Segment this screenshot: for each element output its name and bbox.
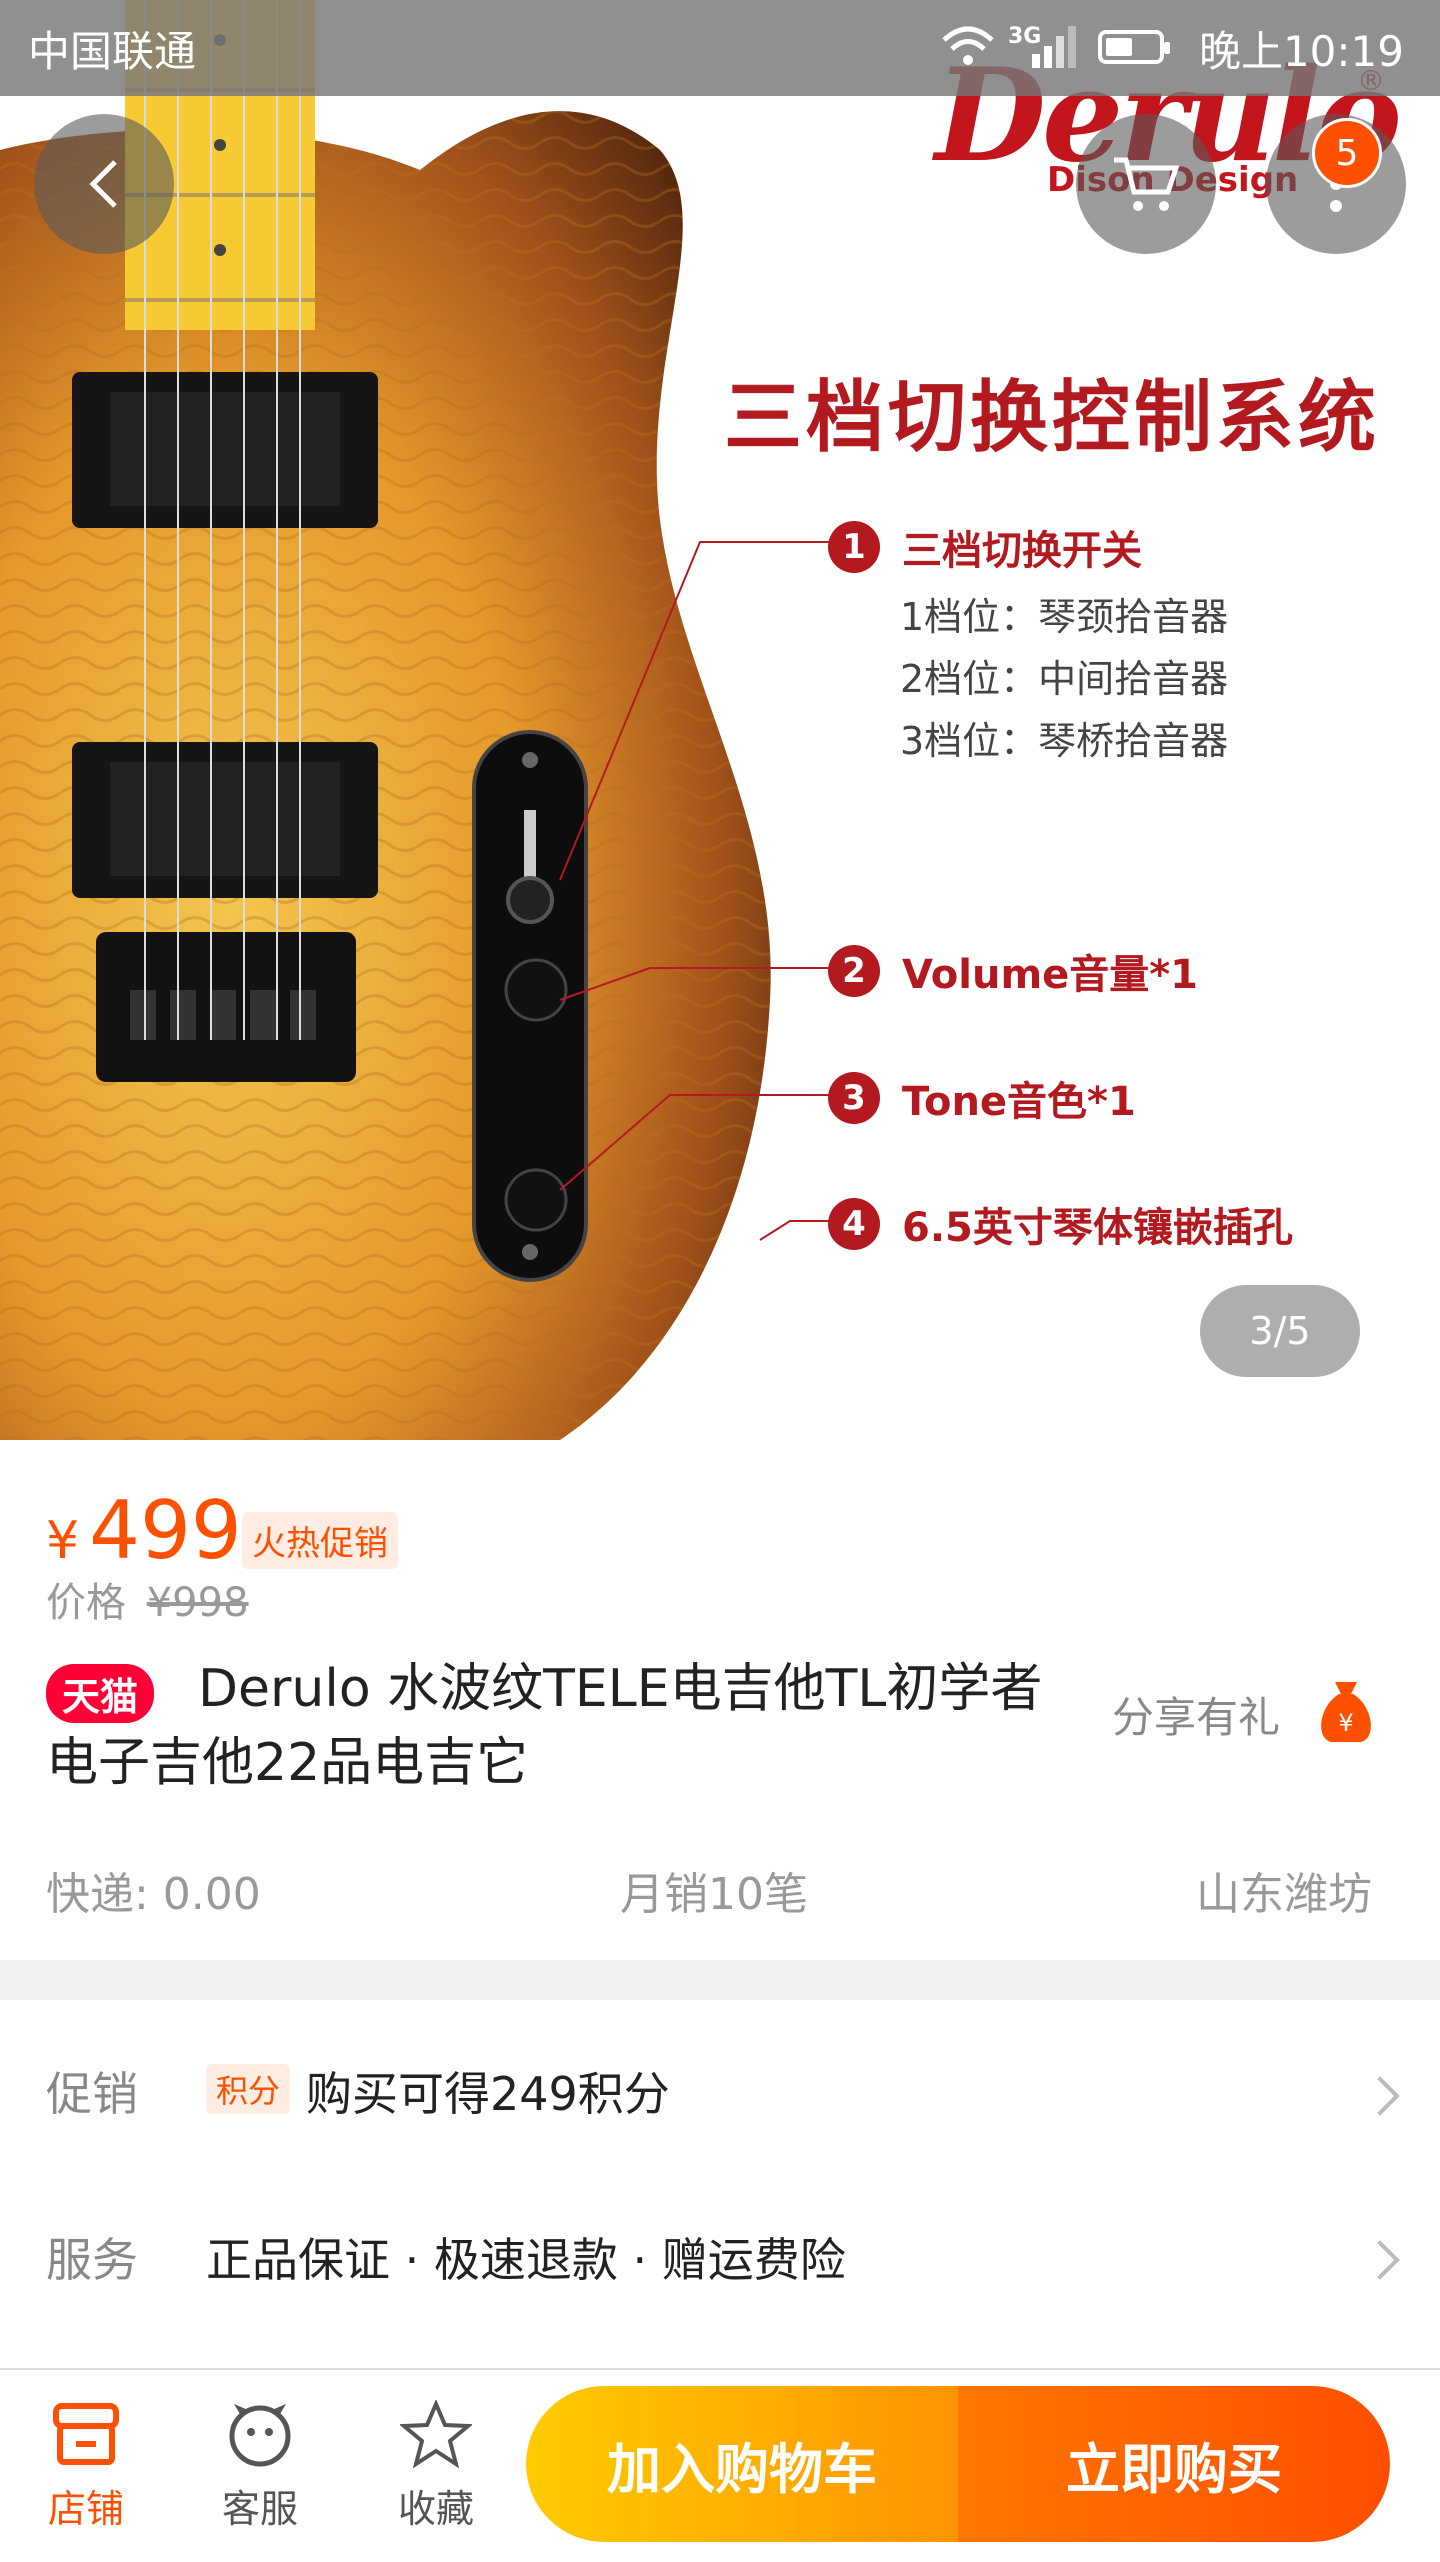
chevron-right-icon — [1360, 2240, 1400, 2280]
promotion-text: 购买可得249积分 — [306, 2067, 670, 2121]
bottom-action-bar: 店铺 客服 收藏 加入购物车 立即购买 — [0, 2368, 1440, 2562]
image-page-indicator: 3/5 — [1200, 1285, 1360, 1377]
feature-3: 3 Tone音色*1 — [828, 1069, 1136, 1127]
back-button[interactable] — [34, 114, 174, 254]
clock: 晚上10:19 — [1198, 27, 1404, 76]
feature-text: Tone音色*1 — [902, 1079, 1136, 1125]
promotion-label: 促销 — [46, 2067, 138, 2121]
feature-4: 4 6.5英寸琴体镶嵌插孔 — [828, 1195, 1293, 1253]
customer-service-label: 客服 — [221, 2487, 298, 2531]
switch-position-1: 1档位：琴颈拾音器 — [900, 595, 1229, 639]
shipping-fee: 快递: 0.00 — [46, 1869, 261, 1920]
back-arrow-icon — [89, 160, 117, 208]
feature-1: 1 三档切换开关 — [828, 518, 1142, 576]
money-bag-icon[interactable]: ¥ — [1315, 1676, 1377, 1746]
feature-text: 三档切换开关 — [902, 528, 1142, 574]
original-price-label: 价格 — [46, 1580, 126, 1626]
monthly-sales: 月销10笔 — [620, 1869, 808, 1920]
favorite-label: 收藏 — [397, 2487, 474, 2531]
product-title: Derulo 水波纹TELE电吉他TL初学者电子吉他22品电吉它 — [46, 1659, 1043, 1793]
feature-text: Volume音量*1 — [902, 952, 1198, 998]
promo-service-section: 促销 积分 购买可得249积分 服务 正品保证 · 极速退款 · 赠运费险 — [0, 2000, 1440, 2370]
buy-now-button[interactable]: 立即购买 — [958, 2386, 1390, 2542]
service-text: 正品保证 · 极速退款 · 赠运费险 — [206, 2233, 846, 2287]
price-value: 499 — [89, 1484, 242, 1577]
signal-icon — [1032, 26, 1076, 68]
points-tag: 积分 — [206, 2064, 291, 2114]
feature-number: 4 — [828, 1198, 880, 1250]
switch-position-2: 2档位：中间拾音器 — [900, 657, 1229, 701]
original-price-value: ¥998 — [146, 1580, 249, 1626]
original-price: 价格 ¥998 — [46, 1570, 249, 1628]
feature-number: 2 — [828, 945, 880, 997]
svg-text:¥: ¥ — [1338, 1709, 1353, 1737]
ship-from-location: 山东潍坊 — [1196, 1869, 1372, 1920]
cart-count-badge: 5 — [1312, 118, 1382, 188]
product-image-carousel[interactable]: Derulo Dison Design ® 三档切换控制系统 1 三档切换开关 … — [0, 0, 1440, 1440]
promo-tag: 火热促销 — [242, 1512, 398, 1569]
feature-text: 6.5英寸琴体镶嵌插孔 — [902, 1205, 1293, 1251]
store-tab[interactable]: 店铺 — [26, 2400, 146, 2533]
customer-service-tab[interactable]: 客服 — [200, 2400, 320, 2533]
feature-heading: 三档切换控制系统 — [724, 373, 1381, 463]
currency-symbol: ¥ — [46, 1511, 80, 1571]
cart-button[interactable] — [1076, 114, 1216, 254]
product-info: ¥ 499 火热促销 价格 ¥998 Derulo 水波纹TELE电吉他TL初学… — [0, 1440, 1440, 1960]
chevron-right-icon — [1360, 2076, 1400, 2116]
store-label: 店铺 — [47, 2487, 124, 2531]
add-to-cart-button[interactable]: 加入购物车 — [526, 2386, 958, 2542]
status-bar: 中国联通 3G 晚上10:19 — [0, 0, 1440, 96]
wifi-icon — [942, 26, 994, 65]
feature-number: 3 — [828, 1072, 880, 1124]
feature-number: 1 — [828, 521, 880, 573]
switch-position-3: 3档位：琴桥拾音器 — [900, 719, 1229, 763]
favorite-tab[interactable]: 收藏 — [376, 2398, 496, 2533]
store-icon — [53, 2403, 119, 2465]
star-icon — [398, 2398, 474, 2469]
customer-service-icon — [229, 2404, 291, 2467]
feature-2: 2 Volume音量*1 — [828, 942, 1198, 1000]
battery-icon — [1098, 30, 1170, 64]
service-label: 服务 — [46, 2233, 138, 2287]
price: ¥ 499 — [46, 1484, 242, 1577]
carrier-name: 中国联通 — [28, 27, 197, 76]
cart-icon — [1114, 157, 1180, 211]
share-reward-label[interactable]: 分享有礼 — [1112, 1684, 1280, 1745]
tmall-badge: 天猫 — [46, 1664, 155, 1723]
